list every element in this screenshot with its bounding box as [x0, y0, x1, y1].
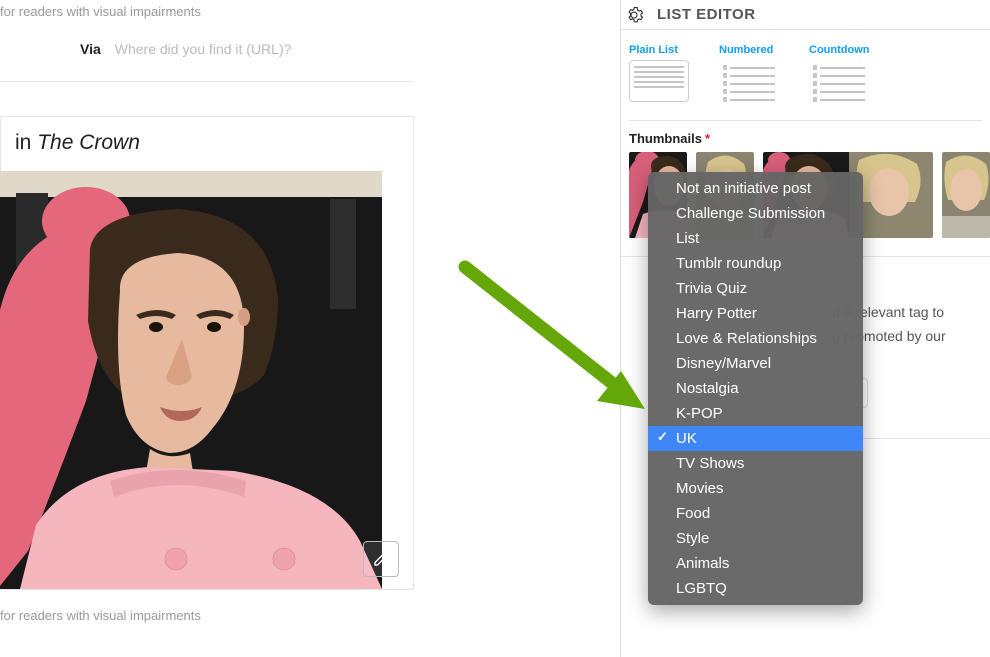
divider	[0, 81, 414, 82]
alt-text-upper[interactable]: for readers with visual impairments	[0, 0, 414, 19]
dropdown-item[interactable]: LGBTQ	[648, 576, 863, 601]
dropdown-item[interactable]: Challenge Submission	[648, 201, 863, 226]
dropdown-item[interactable]: Nostalgia	[648, 376, 863, 401]
dropdown-item[interactable]: Love & Relationships	[648, 326, 863, 351]
dropdown-item[interactable]: Disney/Marvel	[648, 351, 863, 376]
list-type-preview	[629, 60, 689, 102]
dropdown-item[interactable]: Style	[648, 526, 863, 551]
dropdown-item[interactable]: Not an initiative post	[648, 176, 863, 201]
panel-title: LIST EDITOR	[657, 6, 756, 23]
card-image-wrap	[1, 171, 413, 589]
via-label: Via	[80, 41, 101, 57]
list-type-preview	[719, 60, 779, 102]
headline-prefix: in	[15, 131, 37, 154]
card-image[interactable]	[0, 171, 382, 589]
list-type-label: Numbered	[719, 44, 785, 56]
left-editor-column: for readers with visual impairments Via …	[0, 0, 414, 657]
dropdown-item[interactable]: Movies	[648, 476, 863, 501]
portrait-illustration	[0, 171, 382, 589]
list-type-label: Plain List	[629, 44, 695, 56]
card-headline[interactable]: in The Crown	[1, 117, 413, 171]
content-card: in The Crown	[0, 116, 414, 590]
via-row: Via Where did you find it (URL)?	[0, 19, 414, 81]
dropdown-item[interactable]: UK	[648, 426, 863, 451]
dropdown-item[interactable]: Tumblr roundup	[648, 251, 863, 276]
list-type-label: Countdown	[809, 44, 875, 56]
required-asterisk: *	[705, 131, 710, 146]
thumbnail-4[interactable]	[942, 152, 990, 238]
gear-icon[interactable]	[625, 6, 643, 24]
dropdown-item[interactable]: K-POP	[648, 401, 863, 426]
headline-title: The Crown	[37, 131, 140, 154]
via-url-input[interactable]: Where did you find it (URL)?	[115, 41, 414, 57]
list-type-plain[interactable]: Plain List	[629, 44, 695, 102]
initiative-tag-dropdown[interactable]: Not an initiative postChallenge Submissi…	[648, 172, 863, 605]
dropdown-item[interactable]: Harry Potter	[648, 301, 863, 326]
thumbnails-label-text: Thumbnails	[629, 131, 702, 146]
dropdown-item[interactable]: Animals	[648, 551, 863, 576]
list-type-selector: Plain List Numbered Countdown	[621, 30, 990, 120]
dropdown-item[interactable]: List	[648, 226, 863, 251]
panel-header: LIST EDITOR	[621, 0, 990, 30]
list-type-countdown[interactable]: Countdown	[809, 44, 875, 102]
dropdown-item[interactable]: Food	[648, 501, 863, 526]
list-type-numbered[interactable]: Numbered	[719, 44, 785, 102]
edit-image-button[interactable]	[363, 541, 399, 577]
thumbnails-label: Thumbnails*	[629, 131, 982, 146]
dropdown-item[interactable]: Trivia Quiz	[648, 276, 863, 301]
dropdown-item[interactable]: TV Shows	[648, 451, 863, 476]
pencil-icon	[373, 551, 389, 567]
alt-text-lower[interactable]: for readers with visual impairments	[0, 590, 414, 623]
list-type-preview	[809, 60, 869, 102]
